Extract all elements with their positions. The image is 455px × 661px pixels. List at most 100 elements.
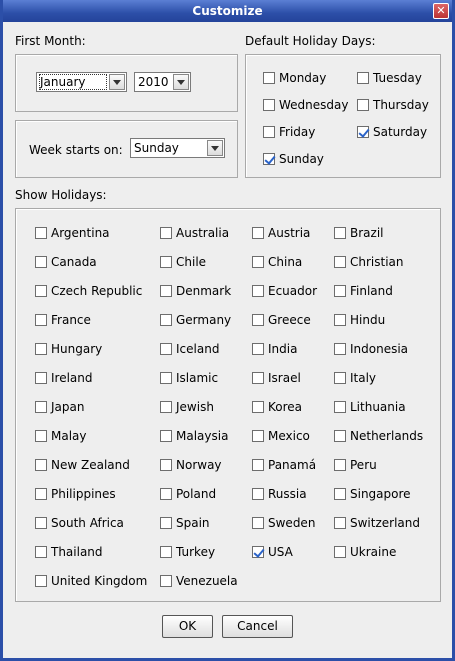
holiday-checkbox-malaysia[interactable]: Malaysia	[160, 429, 228, 443]
day-checkbox-wednesday[interactable]: Wednesday	[263, 98, 348, 112]
checkbox-icon[interactable]	[35, 517, 47, 529]
checkbox-icon[interactable]	[357, 72, 369, 84]
checkbox-icon[interactable]	[334, 488, 346, 500]
checkbox-icon[interactable]	[252, 227, 264, 239]
holiday-checkbox-singapore[interactable]: Singapore	[334, 487, 411, 501]
checkbox-icon[interactable]	[357, 99, 369, 111]
checkbox-icon[interactable]	[334, 401, 346, 413]
holiday-checkbox-spain[interactable]: Spain	[160, 516, 210, 530]
day-checkbox-friday[interactable]: Friday	[263, 125, 315, 139]
holiday-checkbox-germany[interactable]: Germany	[160, 313, 231, 327]
checkbox-icon[interactable]	[35, 546, 47, 558]
checkbox-icon[interactable]	[334, 372, 346, 384]
checkbox-icon[interactable]	[35, 372, 47, 384]
holiday-checkbox-italy[interactable]: Italy	[334, 371, 376, 385]
holiday-checkbox-argentina[interactable]: Argentina	[35, 226, 110, 240]
holiday-checkbox-venezuela[interactable]: Venezuela	[160, 574, 238, 588]
checkbox-checked-icon[interactable]	[357, 126, 369, 138]
checkbox-icon[interactable]	[252, 488, 264, 500]
holiday-checkbox-switzerland[interactable]: Switzerland	[334, 516, 420, 530]
holiday-checkbox-panam-[interactable]: Panamá	[252, 458, 316, 472]
checkbox-icon[interactable]	[160, 546, 172, 558]
day-checkbox-sunday[interactable]: Sunday	[263, 152, 324, 166]
chevron-down-icon[interactable]	[207, 140, 223, 156]
holiday-checkbox-hungary[interactable]: Hungary	[35, 342, 102, 356]
holiday-checkbox-jewish[interactable]: Jewish	[160, 400, 214, 414]
day-checkbox-thursday[interactable]: Thursday	[357, 98, 429, 112]
holiday-checkbox-finland[interactable]: Finland	[334, 284, 393, 298]
holiday-checkbox-usa[interactable]: USA	[252, 545, 293, 559]
checkbox-icon[interactable]	[334, 343, 346, 355]
holiday-checkbox-austria[interactable]: Austria	[252, 226, 310, 240]
close-icon[interactable]: ✕	[433, 3, 449, 19]
holiday-checkbox-india[interactable]: India	[252, 342, 297, 356]
checkbox-icon[interactable]	[160, 517, 172, 529]
checkbox-icon[interactable]	[334, 285, 346, 297]
checkbox-icon[interactable]	[252, 256, 264, 268]
month-select[interactable]: January	[36, 72, 127, 92]
checkbox-checked-icon[interactable]	[263, 153, 275, 165]
checkbox-icon[interactable]	[35, 256, 47, 268]
checkbox-icon[interactable]	[160, 459, 172, 471]
checkbox-icon[interactable]	[35, 488, 47, 500]
holiday-checkbox-mexico[interactable]: Mexico	[252, 429, 310, 443]
holiday-checkbox-south-africa[interactable]: South Africa	[35, 516, 124, 530]
checkbox-icon[interactable]	[160, 575, 172, 587]
holiday-checkbox-poland[interactable]: Poland	[160, 487, 216, 501]
holiday-checkbox-australia[interactable]: Australia	[160, 226, 229, 240]
holiday-checkbox-hindu[interactable]: Hindu	[334, 313, 385, 327]
holiday-checkbox-korea[interactable]: Korea	[252, 400, 302, 414]
checkbox-icon[interactable]	[160, 430, 172, 442]
title-bar[interactable]: Customize ✕	[3, 0, 452, 22]
holiday-checkbox-ireland[interactable]: Ireland	[35, 371, 93, 385]
checkbox-icon[interactable]	[160, 401, 172, 413]
checkbox-icon[interactable]	[334, 314, 346, 326]
day-checkbox-saturday[interactable]: Saturday	[357, 125, 427, 139]
holiday-checkbox-ukraine[interactable]: Ukraine	[334, 545, 396, 559]
checkbox-icon[interactable]	[35, 401, 47, 413]
holiday-checkbox-philippines[interactable]: Philippines	[35, 487, 116, 501]
holiday-checkbox-israel[interactable]: Israel	[252, 371, 301, 385]
checkbox-icon[interactable]	[35, 343, 47, 355]
holiday-checkbox-sweden[interactable]: Sweden	[252, 516, 315, 530]
holiday-checkbox-france[interactable]: France	[35, 313, 91, 327]
checkbox-icon[interactable]	[160, 314, 172, 326]
holiday-checkbox-canada[interactable]: Canada	[35, 255, 97, 269]
holiday-checkbox-ecuador[interactable]: Ecuador	[252, 284, 317, 298]
holiday-checkbox-turkey[interactable]: Turkey	[160, 545, 215, 559]
holiday-checkbox-thailand[interactable]: Thailand	[35, 545, 103, 559]
holiday-checkbox-christian[interactable]: Christian	[334, 255, 404, 269]
checkbox-icon[interactable]	[252, 314, 264, 326]
checkbox-icon[interactable]	[35, 285, 47, 297]
checkbox-icon[interactable]	[252, 401, 264, 413]
checkbox-icon[interactable]	[160, 227, 172, 239]
week-start-select[interactable]: Sunday	[130, 138, 225, 158]
checkbox-icon[interactable]	[35, 575, 47, 587]
holiday-checkbox-japan[interactable]: Japan	[35, 400, 84, 414]
holiday-checkbox-islamic[interactable]: Islamic	[160, 371, 218, 385]
holiday-checkbox-peru[interactable]: Peru	[334, 458, 377, 472]
holiday-checkbox-china[interactable]: China	[252, 255, 302, 269]
checkbox-icon[interactable]	[35, 227, 47, 239]
holiday-checkbox-netherlands[interactable]: Netherlands	[334, 429, 423, 443]
holiday-checkbox-united-kingdom[interactable]: United Kingdom	[35, 574, 147, 588]
chevron-down-icon[interactable]	[109, 74, 125, 90]
holiday-checkbox-malay[interactable]: Malay	[35, 429, 87, 443]
checkbox-icon[interactable]	[334, 256, 346, 268]
day-checkbox-monday[interactable]: Monday	[263, 71, 326, 85]
checkbox-icon[interactable]	[252, 343, 264, 355]
holiday-checkbox-norway[interactable]: Norway	[160, 458, 222, 472]
checkbox-icon[interactable]	[334, 430, 346, 442]
holiday-checkbox-russia[interactable]: Russia	[252, 487, 307, 501]
checkbox-checked-icon[interactable]	[252, 546, 264, 558]
checkbox-icon[interactable]	[334, 546, 346, 558]
checkbox-icon[interactable]	[263, 126, 275, 138]
checkbox-icon[interactable]	[35, 459, 47, 471]
holiday-checkbox-brazil[interactable]: Brazil	[334, 226, 384, 240]
checkbox-icon[interactable]	[35, 314, 47, 326]
year-select[interactable]: 2010	[134, 72, 191, 92]
checkbox-icon[interactable]	[160, 372, 172, 384]
cancel-button[interactable]: Cancel	[222, 615, 293, 638]
checkbox-icon[interactable]	[334, 517, 346, 529]
holiday-checkbox-denmark[interactable]: Denmark	[160, 284, 231, 298]
